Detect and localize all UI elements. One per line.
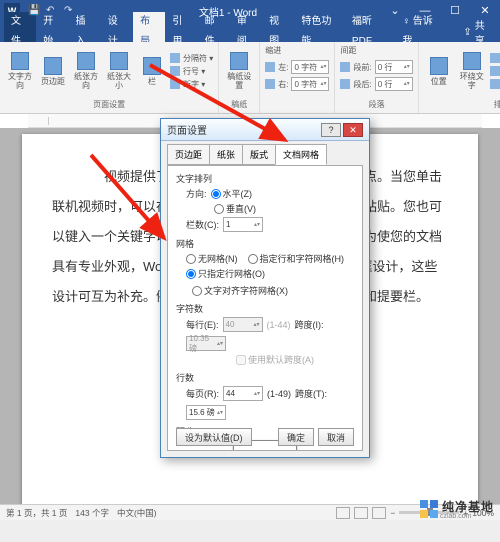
lines-per-page-label: 每页(R): bbox=[186, 387, 219, 400]
set-default-button[interactable]: 设为默认值(D) bbox=[176, 428, 252, 446]
wrap-text-button[interactable]: 环绕文字 bbox=[457, 52, 487, 90]
share-icon: ⇪ bbox=[463, 27, 471, 38]
line-range-label: (1-49) bbox=[267, 389, 291, 399]
watermark-logo-icon bbox=[420, 500, 438, 518]
direction-label: 方向: bbox=[186, 187, 207, 200]
status-page[interactable]: 第 1 页，共 1 页 bbox=[6, 507, 67, 519]
grid-none-radio[interactable]: 无网格(N) bbox=[186, 252, 238, 265]
size-button[interactable]: 纸张大小 bbox=[104, 52, 134, 90]
columns-input[interactable]: 1▴▾ bbox=[223, 217, 263, 232]
save-icon[interactable]: 💾 bbox=[28, 5, 40, 17]
cancel-button[interactable]: 取消 bbox=[318, 428, 354, 446]
position-icon bbox=[430, 57, 448, 75]
view-web-button[interactable] bbox=[372, 507, 386, 519]
ok-button[interactable]: 确定 bbox=[278, 428, 314, 446]
char-pitch-input: 10.35 磅▴▾ bbox=[186, 336, 226, 351]
text-dir-section-label: 文字排列 bbox=[176, 172, 354, 185]
status-lang[interactable]: 中文(中国) bbox=[117, 507, 157, 519]
dialog-help-button[interactable]: ? bbox=[321, 123, 341, 137]
space-after-row: 段后:0 行▴▾ bbox=[340, 77, 412, 91]
space-after-input[interactable]: 0 行▴▾ bbox=[375, 77, 413, 91]
selection-pane-button[interactable]: 选择窗格 bbox=[490, 79, 500, 90]
text-direction-icon bbox=[11, 52, 29, 70]
char-pitch-label: 跨度(I): bbox=[295, 318, 324, 331]
redo-icon[interactable]: ↷ bbox=[64, 5, 76, 17]
grid-line-only-radio[interactable]: 只指定行网格(O) bbox=[186, 267, 265, 280]
space-before-icon bbox=[340, 62, 350, 72]
space-before-row: 段前:0 行▴▾ bbox=[340, 60, 412, 74]
position-button[interactable]: 位置 bbox=[424, 57, 454, 86]
bring-forward-icon bbox=[490, 53, 500, 63]
view-print-button[interactable] bbox=[354, 507, 368, 519]
status-words[interactable]: 143 个字 bbox=[75, 507, 109, 519]
char-range-label: (1-44) bbox=[267, 320, 291, 330]
send-backward-icon bbox=[490, 66, 500, 76]
size-icon bbox=[110, 52, 128, 70]
columns-label: 栏数(C): bbox=[186, 218, 219, 231]
space-before-input[interactable]: 0 行▴▾ bbox=[375, 60, 413, 74]
watermark: 纯净基地 czlab.com bbox=[420, 498, 494, 520]
use-default-pitch-checkbox: 使用默认跨度(A) bbox=[236, 353, 314, 366]
margins-icon bbox=[44, 57, 62, 75]
annotation-arrow-2 bbox=[86, 150, 186, 255]
chars-per-line-label: 每行(E): bbox=[186, 318, 219, 331]
orientation-icon bbox=[77, 52, 95, 70]
dialog-close-button[interactable]: ✕ bbox=[343, 123, 363, 137]
group-arrange-label: 排列 bbox=[424, 97, 500, 110]
grid-spec-radio[interactable]: 指定行和字符网格(H) bbox=[248, 252, 345, 265]
dir-vertical-radio[interactable]: 垂直(V) bbox=[214, 202, 256, 215]
text-direction-button[interactable]: 文字方向 bbox=[5, 52, 35, 90]
spacing-title: 间距 bbox=[340, 45, 356, 56]
undo-icon[interactable]: ↶ bbox=[46, 5, 58, 17]
orientation-button[interactable]: 纸张方向 bbox=[71, 52, 101, 90]
group-paragraph-label: 段落 bbox=[340, 97, 412, 110]
chars-per-line-input: 40▴▾ bbox=[223, 317, 263, 332]
indent-title: 缩进 bbox=[265, 45, 281, 56]
char-section-label: 字符数 bbox=[176, 302, 354, 315]
grid-section-label: 网格 bbox=[176, 237, 354, 250]
bring-forward-button[interactable]: 上移一层 ▾ bbox=[490, 53, 500, 64]
space-after-icon bbox=[340, 79, 350, 89]
send-backward-button[interactable]: 下移一层 ▾ bbox=[490, 66, 500, 77]
zoom-out-button[interactable]: − bbox=[390, 508, 395, 518]
line-pitch-input[interactable]: 15.6 磅▴▾ bbox=[186, 405, 226, 420]
ribbon-tabs: 文件 开始 插入 设计 布局 引用 邮件 审阅 视图 特色功能 福昕PDF ♀ … bbox=[0, 22, 500, 42]
quick-access-toolbar: 💾 ↶ ↷ bbox=[28, 5, 76, 17]
view-read-button[interactable] bbox=[336, 507, 350, 519]
dir-horizontal-radio[interactable]: 水平(Z) bbox=[211, 187, 253, 200]
grid-align-radio[interactable]: 文字对齐字符网格(X) bbox=[192, 284, 288, 297]
margins-button[interactable]: 页边距 bbox=[38, 57, 68, 86]
selection-pane-icon bbox=[490, 79, 500, 89]
page-setup-dialog: 页面设置 ? ✕ 页边距 纸张 版式 文档网格 文字排列 方向: 水平(Z) 垂… bbox=[160, 118, 370, 458]
line-section-label: 行数 bbox=[176, 371, 354, 384]
lines-per-page-input[interactable]: 44▴▾ bbox=[223, 386, 263, 401]
line-pitch-label: 跨度(T): bbox=[295, 387, 327, 400]
wrap-icon bbox=[463, 52, 481, 70]
